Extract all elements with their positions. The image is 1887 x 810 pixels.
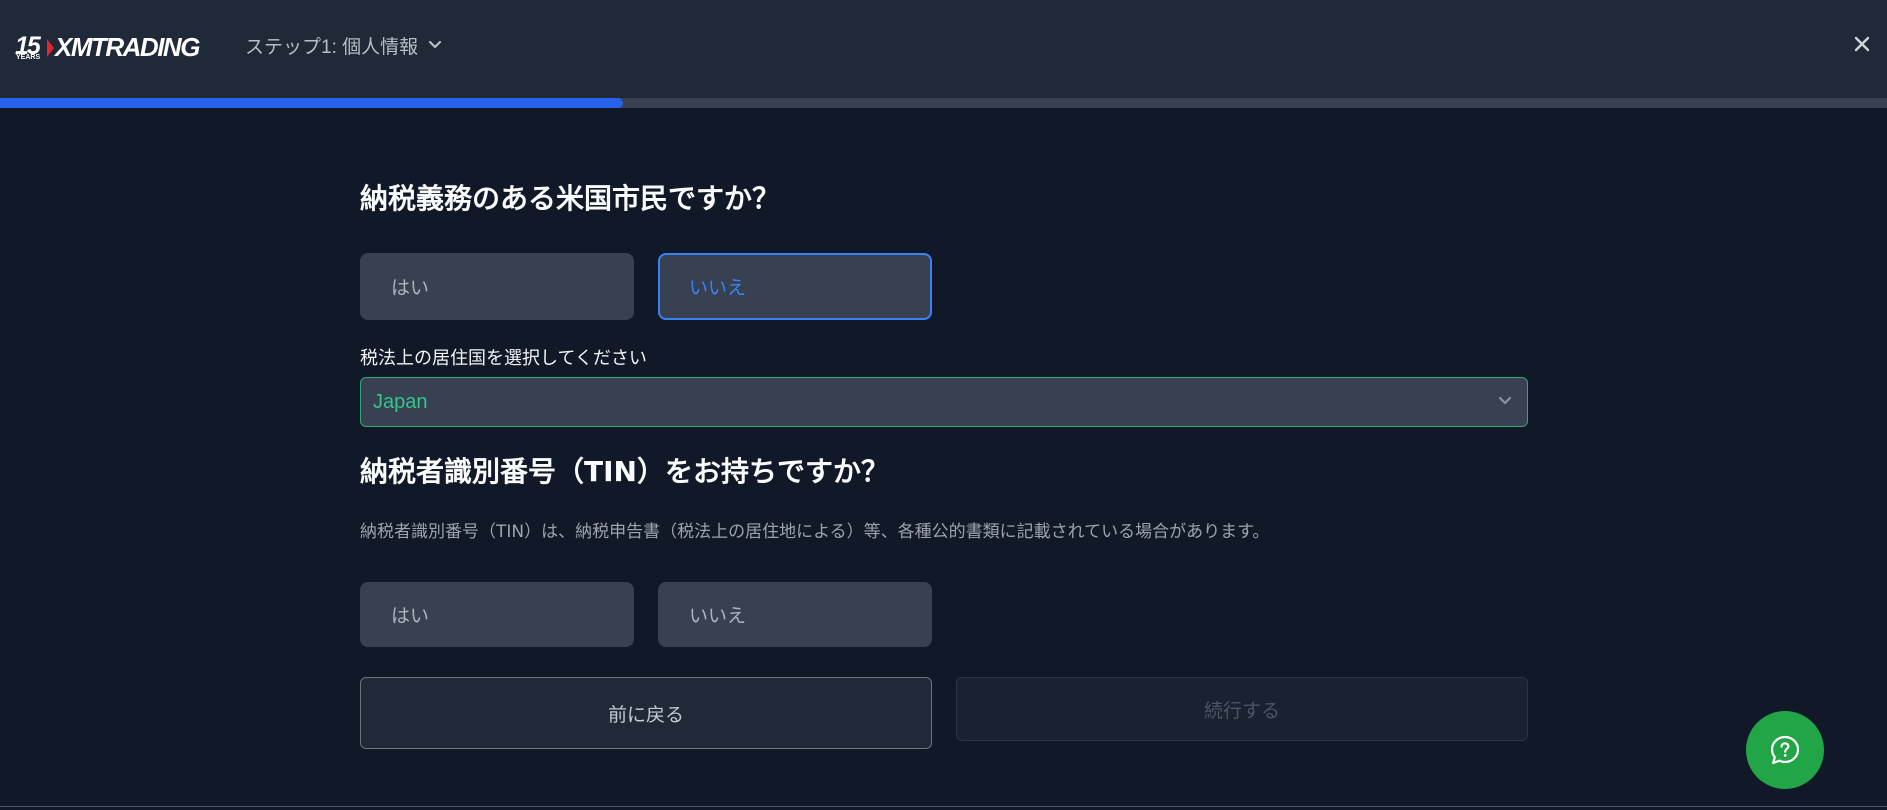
tin-description: 納税者識別番号（TIN）は、納税申告書（税法上の居住地による）等、各種公的書類に… [360, 522, 1270, 542]
tax-residence-label: 税法上の居住国を選択してください [360, 348, 647, 369]
step-dropdown[interactable]: ステップ1: 個人情報 [245, 32, 442, 58]
step-label: ステップ1: 個人情報 [245, 36, 419, 58]
tin-question-title: 納税者識別番号（TIN）をお持ちですか？ [360, 455, 889, 488]
us-citizen-question-title: 納税義務のある米国市民ですか？ [360, 182, 781, 215]
xmtrading-logo[interactable]: 15 YEARS XMTRADING [15, 30, 200, 62]
years-badge: 15 YEARS [15, 34, 45, 62]
tin-yes-option[interactable]: はい [360, 582, 634, 647]
close-icon[interactable] [1851, 33, 1873, 55]
chevron-down-icon [1498, 396, 1512, 405]
progress-bar [0, 98, 1887, 108]
back-button[interactable]: 前に戻る [360, 677, 932, 749]
us-citizen-no-option[interactable]: いいえ [658, 253, 932, 320]
progress-fill [0, 98, 623, 108]
top-bar: 15 YEARS XMTRADING ステップ1: 個人情報 [0, 0, 1887, 98]
years-word: YEARS [16, 54, 41, 61]
tax-residence-value: Japan [373, 390, 428, 413]
logo-flag-icon [47, 39, 54, 57]
tax-residence-select[interactable]: Japan [360, 377, 1528, 427]
logo-brand: XMTRADING [55, 32, 200, 62]
continue-button[interactable]: 続行する [956, 677, 1528, 741]
help-chat-button[interactable] [1746, 711, 1824, 789]
us-citizen-yes-option[interactable]: はい [360, 253, 634, 320]
help-chat-icon [1770, 735, 1800, 765]
tin-no-option[interactable]: いいえ [658, 582, 932, 647]
chevron-down-icon [429, 40, 442, 49]
bottom-divider [0, 806, 1887, 807]
